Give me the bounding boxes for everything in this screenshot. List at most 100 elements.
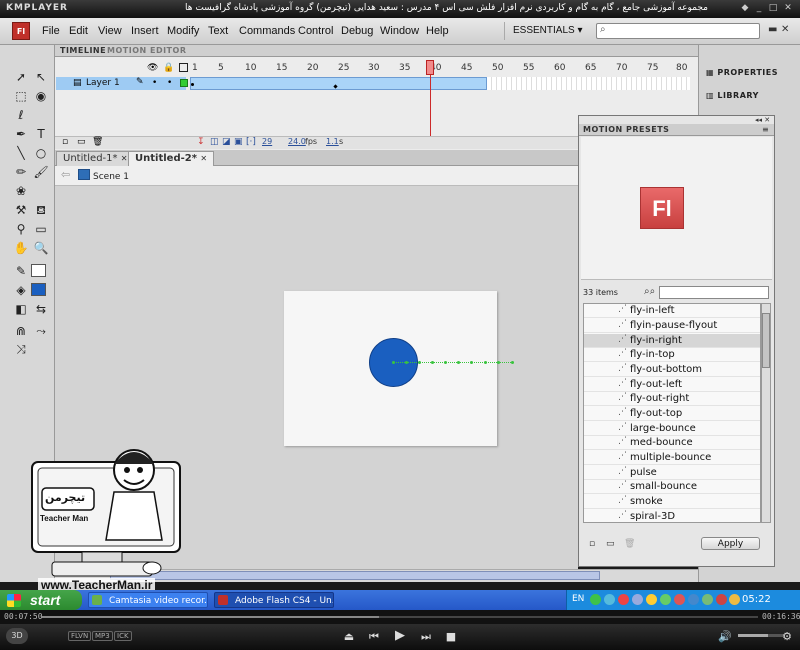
swap-colors-icon[interactable]: ⇆ <box>31 300 51 318</box>
pencil-tool-icon[interactable]: ✏ <box>11 163 31 181</box>
list-item[interactable]: ⋰ spiral-3D <box>584 510 760 522</box>
list-item[interactable]: ⋰ large-bounce <box>584 422 760 436</box>
motion-path[interactable] <box>393 362 513 363</box>
motion-path-point[interactable] <box>457 361 460 364</box>
new-layer-icon[interactable]: ▫ <box>62 137 68 147</box>
snap-magnet-icon[interactable]: ⋒ <box>11 322 31 340</box>
scroll-thumb[interactable] <box>762 313 770 368</box>
pen-tool-icon[interactable]: ✒ <box>11 125 31 143</box>
preset-search-input[interactable] <box>659 286 769 299</box>
elapsed-time[interactable]: 1.1 <box>326 137 339 146</box>
stop-icon[interactable]: ■ <box>444 630 458 643</box>
collapse-icon[interactable]: ◂◂ ✕ <box>755 116 770 124</box>
zoom-tool-icon[interactable]: 🔍 <box>31 239 51 257</box>
playhead-handle[interactable] <box>426 60 434 75</box>
delete-layer-icon[interactable]: 🗑 <box>92 137 103 147</box>
text-tool-icon[interactable]: T <box>31 125 51 143</box>
tray-display-icon[interactable] <box>688 594 699 605</box>
tray-record-icon[interactable] <box>716 594 727 605</box>
hand-tool-icon[interactable]: ✋ <box>11 239 31 257</box>
task-adobe-flash[interactable]: Adobe Flash CS4 - Un... <box>214 592 334 608</box>
straighten-icon[interactable]: ⤨ <box>11 340 31 358</box>
task-camtasia[interactable]: Camtasia video recor... <box>88 592 208 608</box>
previous-icon[interactable]: ⏮ <box>367 630 381 644</box>
menu-modify[interactable]: Modify <box>167 25 199 37</box>
tray-volume-icon[interactable] <box>632 594 643 605</box>
list-item[interactable]: ⋰ smoke <box>584 495 760 509</box>
list-item[interactable]: ⋰ multiple-bounce <box>584 451 760 465</box>
dock-library[interactable]: ▥ LIBRARY <box>706 91 759 100</box>
scene-name[interactable]: Scene 1 <box>93 172 129 182</box>
layer-color-box[interactable] <box>180 79 188 87</box>
motion-path-point[interactable] <box>405 361 408 364</box>
back-arrow-icon[interactable]: ⇦ <box>61 168 70 181</box>
volume-icon[interactable]: 🔊 <box>718 630 732 643</box>
settings-icon[interactable]: ⚙ <box>780 630 794 643</box>
apply-button[interactable]: Apply <box>701 537 760 550</box>
minimize-icon[interactable]: _ <box>752 2 766 15</box>
motion-path-point[interactable] <box>497 361 500 364</box>
new-preset-icon[interactable]: ▫ <box>589 539 595 549</box>
menu-debug[interactable]: Debug <box>341 25 373 37</box>
motion-path-point[interactable] <box>431 361 434 364</box>
center-frame-icon[interactable]: ↧ <box>197 137 205 147</box>
line-tool-icon[interactable]: ╲ <box>11 144 31 162</box>
list-item[interactable]: ⋰ med-bounce <box>584 436 760 450</box>
visibility-dot[interactable]: • <box>152 78 157 88</box>
tray-messenger-icon[interactable] <box>646 594 657 605</box>
onion-outline-icon[interactable]: ◪ <box>222 137 231 147</box>
scroll-thumb[interactable] <box>110 571 600 580</box>
list-item[interactable]: ⋰ fly-out-bottom <box>584 363 760 377</box>
motion-path-point[interactable] <box>392 361 395 364</box>
lasso-tool-icon[interactable]: ℓ <box>11 106 31 124</box>
list-item-selected[interactable]: ⋰ fly-in-right <box>584 334 760 348</box>
maximize-icon[interactable]: □ <box>766 2 780 15</box>
black-white-icon[interactable]: ◧ <box>11 300 31 318</box>
menu-view[interactable]: View <box>98 25 122 37</box>
brush-tool-icon[interactable]: 🖌 <box>31 163 51 181</box>
fill-color-icon[interactable]: ◈ <box>11 281 31 299</box>
tab-untitled-1[interactable]: Untitled-1* ✕ <box>56 151 135 166</box>
bone-tool-icon[interactable]: ⚒ <box>11 201 31 219</box>
list-item[interactable]: ⋰ fly-out-right <box>584 392 760 406</box>
close-tab-icon[interactable]: ✕ <box>200 154 207 163</box>
oval-tool-icon[interactable]: ○ <box>31 144 51 162</box>
menu-insert[interactable]: Insert <box>131 25 159 37</box>
menu-text[interactable]: Text <box>208 25 228 37</box>
selection-tool-icon[interactable]: ➚ <box>11 68 31 86</box>
tab-timeline[interactable]: TIMELINE <box>60 46 106 55</box>
tray-update-icon[interactable] <box>660 594 671 605</box>
motion-path-point[interactable] <box>484 361 487 364</box>
delete-preset-icon[interactable]: 🗑 <box>624 539 635 549</box>
smooth-icon[interactable]: ⤳ <box>31 322 51 340</box>
fill-color-swatch[interactable] <box>31 283 46 296</box>
tray-antivirus-icon[interactable] <box>674 594 685 605</box>
list-item[interactable]: ⋰ fly-in-left <box>584 304 760 318</box>
tray-alert-icon[interactable] <box>729 594 740 605</box>
list-item[interactable]: ⋰ pulse <box>584 466 760 480</box>
empty-frames[interactable] <box>487 77 690 90</box>
stroke-color-icon[interactable]: ✎ <box>11 262 31 280</box>
motion-path-point[interactable] <box>511 361 514 364</box>
eraser-icon[interactable]: ▭ <box>31 220 51 238</box>
motion-path-point[interactable] <box>470 361 473 364</box>
menu-commands[interactable]: Commands <box>239 25 295 37</box>
tray-security-icon[interactable] <box>618 594 629 605</box>
close-tab-icon[interactable]: ✕ <box>121 154 128 163</box>
next-icon[interactable]: ⏭ <box>419 630 433 644</box>
new-folder-icon[interactable]: ▭ <box>606 539 615 549</box>
motion-path-point[interactable] <box>444 361 447 364</box>
stroke-color-swatch[interactable] <box>31 264 46 277</box>
subselection-tool-icon[interactable]: ↖ <box>31 68 51 86</box>
current-frame[interactable]: 29 <box>262 137 272 146</box>
free-transform-tool-icon[interactable]: ⬚ <box>11 87 31 105</box>
modify-markers-icon[interactable]: [·] <box>246 137 256 147</box>
play-icon[interactable]: ▶ <box>393 628 407 643</box>
keyframe-dot[interactable] <box>191 83 194 86</box>
list-item[interactable]: ⋰ fly-out-top <box>584 407 760 421</box>
3d-toggle[interactable]: 3D <box>6 628 28 644</box>
list-item[interactable]: ⋰ flyin-pause-flyout <box>584 319 760 333</box>
workspace-switcher[interactable]: ESSENTIALS ▾ <box>504 22 586 40</box>
eject-icon[interactable]: ⏏ <box>342 630 356 643</box>
menu-help[interactable]: Help <box>426 25 449 37</box>
